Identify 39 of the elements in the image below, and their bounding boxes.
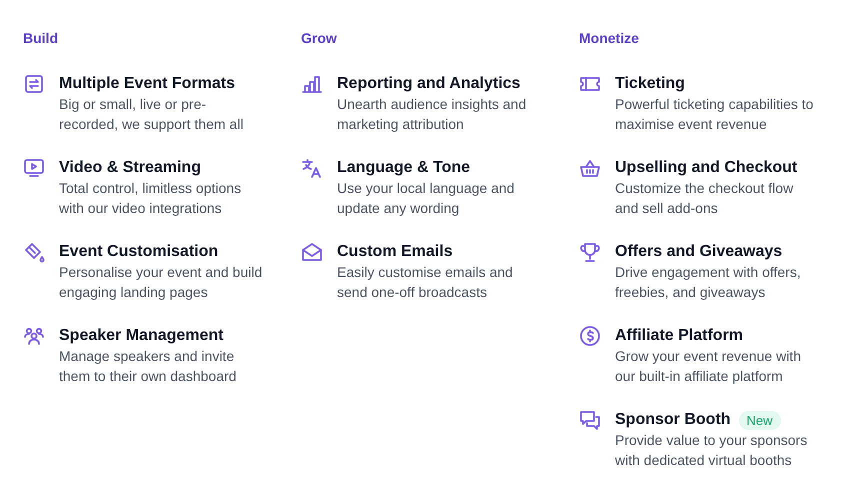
feature-description: Provide value to your sponsors with dedicated virtual booths: [615, 431, 808, 470]
feature-description: Unearth audience insights and marketing attribution: [337, 95, 528, 134]
feature-link[interactable]: Event Customisation: [59, 242, 218, 262]
bar-chart-icon: [301, 73, 323, 95]
feature-description: Powerful ticketing capabilities to maximise event revenue: [615, 95, 814, 134]
feature-link[interactable]: Upselling and Checkout: [615, 158, 798, 178]
feature-description: Customize the checkout flow and sell add-ons: [615, 179, 794, 218]
feature-description: Personalise your event and build engaging landing pages: [59, 263, 264, 302]
chat-icon: [579, 409, 601, 431]
new-badge: New: [738, 410, 781, 430]
feature-link[interactable]: Sponsor Booth: [615, 410, 731, 430]
feature-description: Big or small, live or pre-recorded, we support them all: [59, 95, 244, 134]
feature-link[interactable]: Offers and Giveaways: [615, 242, 782, 262]
feature-link[interactable]: Affiliate Platform: [615, 326, 744, 346]
people-icon: [23, 325, 45, 347]
translate-icon: [301, 157, 323, 179]
feature-link[interactable]: Speaker Management: [59, 326, 224, 346]
feature-link[interactable]: Multiple Event Formats: [59, 74, 236, 94]
section-heading: Monetize: [579, 29, 639, 47]
trophy-icon: [579, 241, 601, 263]
feature-description: Easily customise emails and send one-off broadcasts: [337, 263, 514, 302]
paint-bucket-icon: [23, 241, 45, 263]
section-heading: Grow: [301, 29, 337, 47]
section-heading: Build: [23, 29, 58, 47]
envelope-icon: [301, 241, 323, 263]
feature-link[interactable]: Video & Streaming: [59, 158, 201, 178]
basket-icon: [579, 157, 601, 179]
feature-description: Grow your event revenue with our built-in affiliate platform: [615, 347, 802, 386]
feature-description: Manage speakers and invite them to their own dashboard: [59, 347, 238, 386]
feature-description: Total control, limitless options with our video integrations: [59, 179, 242, 218]
dollar-icon: [579, 325, 601, 347]
feature-link[interactable]: Language & Tone: [337, 158, 470, 178]
feature-link[interactable]: Reporting and Analytics: [337, 74, 520, 94]
feature-description: Drive engagement with offers, freebies, and giveaways: [615, 263, 802, 302]
feature-link[interactable]: Custom Emails: [337, 242, 453, 262]
swap-icon: [23, 73, 45, 95]
feature-description: Use your local language and update any wording: [337, 179, 516, 218]
feature-link[interactable]: Ticketing: [615, 74, 685, 94]
video-icon: [23, 157, 45, 179]
